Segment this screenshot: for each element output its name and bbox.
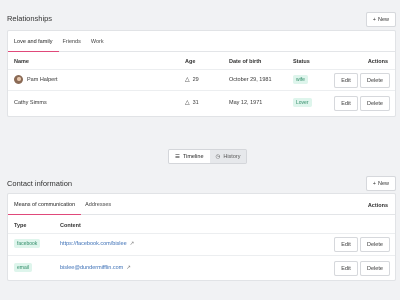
table-row-type: facebook bbox=[14, 237, 41, 250]
new-button-label: New bbox=[377, 16, 389, 23]
row-divider bbox=[8, 69, 395, 70]
relationships-title: Relationships bbox=[7, 14, 53, 23]
column-header-type: Type bbox=[14, 223, 27, 229]
content-link[interactable]: https://facebook.com/bislee bbox=[60, 241, 127, 247]
type-badge: facebook bbox=[14, 239, 41, 248]
table-row-name: Pam Halpert bbox=[14, 73, 58, 86]
tab-love-and-family[interactable]: Love and family bbox=[8, 39, 58, 52]
plus-icon: + bbox=[372, 16, 376, 23]
table-row-content: bislee@dundermifflin.com ↗ bbox=[60, 261, 131, 274]
cake-icon: △ bbox=[185, 77, 190, 83]
tab-addresses[interactable]: Addresses bbox=[85, 202, 111, 214]
history-label: History bbox=[223, 153, 241, 160]
edit-button[interactable]: Edit bbox=[334, 237, 358, 252]
edit-button[interactable]: Edit bbox=[334, 261, 358, 276]
cake-icon: △ bbox=[185, 100, 190, 106]
timeline-toggle-button[interactable]: ☰ Timeline bbox=[169, 150, 210, 163]
name-text: Pam Halpert bbox=[27, 76, 58, 83]
type-badge: email bbox=[14, 263, 32, 272]
column-header-actions: Actions bbox=[367, 203, 388, 209]
new-relationship-button[interactable]: + New bbox=[365, 12, 396, 27]
status-badge: wife bbox=[293, 75, 308, 84]
edit-button[interactable]: Edit bbox=[334, 96, 358, 111]
delete-button[interactable]: Delete bbox=[360, 237, 390, 252]
history-icon: ◷ bbox=[215, 153, 221, 160]
plus-icon: + bbox=[372, 180, 376, 187]
column-header-content: Content bbox=[60, 223, 81, 229]
table-row-type: email bbox=[14, 261, 32, 274]
row-divider bbox=[8, 255, 395, 256]
delete-button[interactable]: Delete bbox=[360, 261, 390, 276]
table-row-age: △ 31 bbox=[185, 96, 199, 109]
edit-button[interactable]: Edit bbox=[334, 73, 358, 88]
tab-work[interactable]: Work bbox=[91, 39, 104, 51]
table-row-status: Lover bbox=[293, 96, 312, 109]
contact-title: Contact information bbox=[7, 179, 73, 188]
timeline-label: Timeline bbox=[182, 153, 204, 160]
column-header-actions: Actions bbox=[367, 59, 388, 65]
avatar bbox=[14, 75, 23, 84]
row-divider bbox=[8, 233, 395, 234]
column-header-status: Status bbox=[293, 59, 310, 65]
table-row-age: △ 29 bbox=[185, 73, 199, 86]
contact-tabs: Means of communication Addresses bbox=[7, 194, 395, 215]
row-divider bbox=[8, 90, 395, 91]
column-header-age: Age bbox=[185, 59, 196, 65]
delete-button[interactable]: Delete bbox=[360, 96, 390, 111]
column-header-date-of-birth: Date of birth bbox=[229, 59, 262, 65]
tab-means-of-communication[interactable]: Means of communication bbox=[7, 202, 82, 215]
external-link-icon: ↗ bbox=[129, 240, 135, 247]
column-header-name: Name bbox=[14, 59, 29, 65]
contact-card: Means of communication Addresses Actions… bbox=[7, 193, 396, 281]
table-row-status: wife bbox=[293, 73, 308, 86]
relationship-tabs: Love and family Friends Work bbox=[8, 31, 395, 52]
age-text: 29 bbox=[192, 76, 199, 83]
view-toggle: ☰ Timeline ◷ History bbox=[168, 149, 248, 164]
table-row-dob: October 29, 1981 bbox=[229, 76, 272, 83]
table-row-content: https://facebook.com/bislee ↗ bbox=[60, 237, 134, 250]
status-badge: Lover bbox=[293, 98, 312, 107]
age-text: 31 bbox=[192, 99, 199, 106]
relationships-card: Love and family Friends Work Name Age Da… bbox=[7, 30, 396, 117]
content-link[interactable]: bislee@dundermifflin.com bbox=[60, 265, 123, 271]
table-row-dob: May 12, 1971 bbox=[229, 99, 263, 106]
table-row-name: Cathy Simms bbox=[14, 99, 47, 106]
delete-button[interactable]: Delete bbox=[360, 73, 390, 88]
new-contact-button[interactable]: + New bbox=[365, 176, 396, 191]
tab-friends[interactable]: Friends bbox=[63, 39, 81, 51]
history-toggle-button[interactable]: ◷ History bbox=[209, 150, 247, 163]
external-link-icon: ↗ bbox=[126, 264, 131, 271]
timeline-icon: ☰ bbox=[175, 153, 180, 160]
new-button-label: New bbox=[377, 180, 389, 187]
